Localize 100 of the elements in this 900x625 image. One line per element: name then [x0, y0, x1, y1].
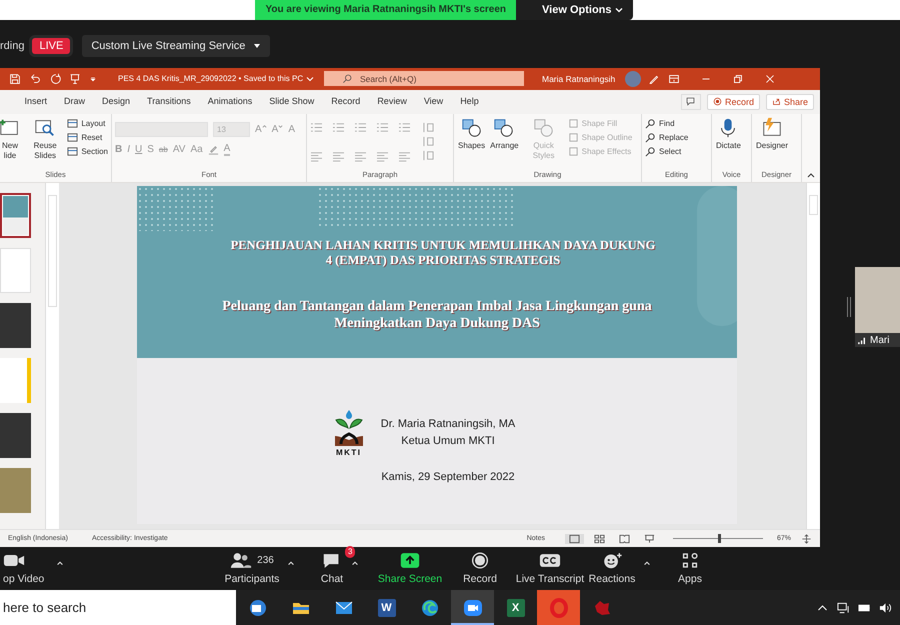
browser-icon [420, 598, 440, 618]
video-button[interactable]: op Video [0, 551, 44, 586]
ribbon-tab[interactable]: Review [368, 90, 416, 114]
screen-share-banner: You are viewing Maria Ratnaningsih MKTI's screen [255, 0, 516, 20]
presenter-role: Ketua Umum MKTI [401, 434, 495, 447]
layout-button[interactable]: Layout [67, 118, 108, 129]
taskbar-search-field[interactable]: here to search [0, 590, 236, 625]
dropdown-arrow-icon [253, 42, 262, 50]
slide-thumbnail[interactable] [0, 302, 31, 348]
ribbon-tab[interactable]: Insert [16, 90, 56, 114]
ribbon-tab[interactable]: Design [94, 90, 139, 114]
search-field[interactable]: Search (Alt+Q) [324, 71, 524, 86]
slide-thumbnail[interactable] [0, 358, 31, 403]
network-icon[interactable] [837, 602, 850, 614]
ribbon-tab[interactable]: Draw [56, 90, 94, 114]
replace-button[interactable]: Replace [645, 132, 708, 143]
ribbon-tab[interactable]: Transitions [138, 90, 200, 114]
caret-down-icon [278, 124, 284, 129]
apps-button[interactable]: Apps [678, 551, 702, 586]
document-app-icon: X [506, 598, 524, 616]
arrange-icon [493, 116, 516, 139]
speaker-icon[interactable] [879, 602, 892, 614]
mail-app-icon [248, 598, 268, 618]
section-button[interactable]: Section [67, 146, 108, 157]
comments-button[interactable] [680, 94, 701, 110]
ribbon-tab[interactable]: Help [452, 90, 488, 114]
participants-icon [230, 552, 252, 569]
designer-icon [761, 116, 783, 139]
section-icon [67, 146, 78, 157]
participants-button[interactable]: 236 Participants [224, 551, 280, 586]
comment-icon [685, 96, 696, 108]
ribbon-tab[interactable]: Record [322, 90, 369, 114]
streaming-service-dropdown[interactable]: Custom Live Streaming Service [82, 34, 270, 57]
layout-icon [67, 118, 78, 129]
presenter-name: Dr. Maria Ratnaningsih, MA [380, 418, 516, 430]
slide-thumbnail[interactable] [0, 192, 31, 238]
participant-name: Mari [870, 334, 890, 346]
zoom-app-button[interactable] [451, 590, 494, 625]
presenter-icon[interactable] [68, 72, 82, 86]
resize-handle[interactable] [847, 297, 851, 318]
cursor-icon [645, 146, 656, 157]
dictate-button[interactable]: Dictate [715, 116, 742, 152]
mkti-logo: MKTI [330, 408, 367, 457]
document-app-icon: W [378, 598, 396, 616]
quick-styles-icon [532, 116, 555, 139]
reuse-slides-button[interactable]: Reuse Slides [26, 116, 64, 163]
word-app-button[interactable]: W [365, 590, 408, 625]
shape-fill-icon [568, 118, 579, 129]
video-camera-icon [462, 598, 482, 618]
share-button[interactable]: Share [766, 94, 814, 110]
reset-button[interactable]: Reset [67, 132, 108, 143]
signal-icon [858, 336, 867, 345]
unread-badge: 3 [345, 546, 356, 558]
record-button[interactable]: Record [706, 94, 760, 110]
slide-thumbnail[interactable] [0, 468, 31, 513]
search-icon [342, 73, 353, 84]
view-options-button[interactable]: View Options [516, 0, 633, 20]
excel-app-button[interactable]: X [494, 590, 537, 625]
chat-button[interactable]: Chat [320, 551, 344, 586]
captions-button[interactable]: Live Transcript [516, 551, 584, 586]
reset-icon [67, 132, 78, 143]
arrange-button[interactable]: Arrange [489, 116, 520, 152]
search-icon [645, 118, 656, 129]
photo-placeholder [855, 267, 900, 334]
normal-view-icon[interactable] [564, 534, 584, 544]
find-button[interactable]: Find [645, 118, 708, 129]
shape-outline-icon [568, 132, 579, 143]
scrollbar[interactable] [806, 182, 820, 530]
share-icon [772, 97, 781, 106]
ribbon-tab[interactable]: Animations [199, 90, 261, 114]
ribbon-tab[interactable]: Slide Show [260, 90, 323, 114]
user-name: Maria Ratnaningsih [542, 74, 616, 84]
shapes-button[interactable]: Shapes [457, 116, 486, 152]
record-icon [712, 97, 722, 106]
reactions-button[interactable]: Reactions [588, 551, 636, 586]
slide-thumbnail[interactable] [0, 412, 31, 458]
new-slide-button[interactable]: New lide [0, 116, 23, 163]
share-button[interactable]: Share Screen [378, 551, 442, 586]
save-icon[interactable] [8, 72, 22, 86]
file-name-button[interactable]: PES 4 DAS Kritis_MR_29092022 • Saved to this PC [118, 74, 318, 84]
share-screen-icon [399, 552, 421, 569]
slide-title: PENGHIJAUAN LAHAN KRITIS UNTUK MEMULIHKAN DAYA DUKUNG 4 (EMPAT) DAS PRIORITAS STRATEGIS [230, 238, 656, 268]
chevron-icon [614, 6, 623, 14]
shape-effects-icon [568, 146, 579, 157]
captions-icon [539, 552, 561, 569]
live-badge: LIVE [32, 38, 70, 54]
scrollbar[interactable] [45, 182, 59, 530]
recording-label: rding [0, 40, 24, 52]
ring-icon [548, 598, 568, 618]
shapes-icon [460, 116, 483, 139]
ribbon-tab[interactable]: View [415, 90, 452, 114]
presentation-date: Kamis, 29 September 2022 [381, 470, 515, 483]
slide-subtitle: Peluang dan Tantangan dalam Penerapan Imbal Jasa Lingkungan guna Meningkatkan Daya Dukung DAS [222, 298, 652, 332]
record-button[interactable]: Record [463, 551, 497, 586]
replace-icon [645, 132, 656, 143]
chevron-icon [306, 74, 314, 83]
select-button[interactable]: Select [645, 146, 708, 157]
redo-icon[interactable] [48, 72, 62, 86]
caret-up-icon [262, 124, 267, 129]
designer-button[interactable]: Designer [755, 116, 790, 152]
